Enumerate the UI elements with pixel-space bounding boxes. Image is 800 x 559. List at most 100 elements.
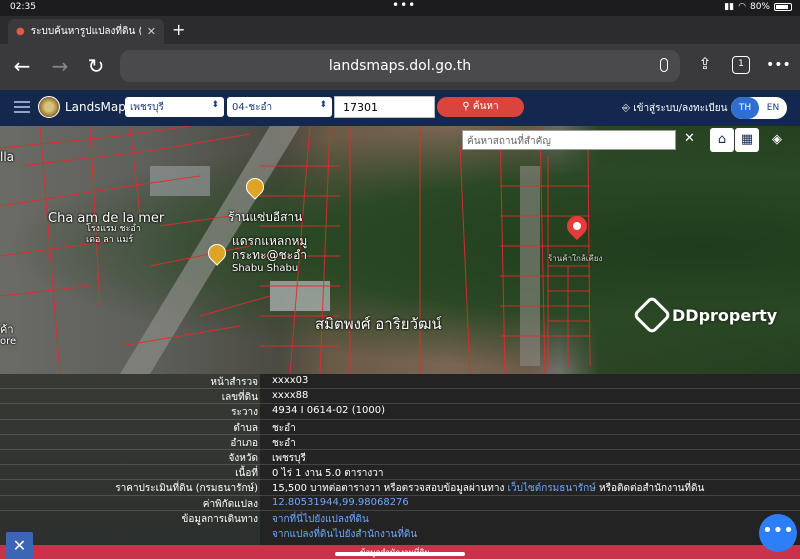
close-icon[interactable]: ✕ [684,131,695,146]
info-row: เลขที่ดิน xxxx88 [0,389,800,405]
info-row: เนื้อที่ 0 ไร่ 1 งาน 5.0 ตารางวา [0,465,800,481]
status-time: 02:35 [10,2,36,12]
battery-icon [774,3,792,11]
treasury-website-link[interactable]: เว็บไซต์กรมธนารักษ์ [508,483,596,494]
browser-tab[interactable]: ● ระบบค้นหารูปแปลงที่ดิน (La ✕ [8,19,164,44]
price-key: ราคาประเมินที่ดิน (กรมธนารักษ์) [115,483,258,495]
layers-icon[interactable]: ◈ [765,128,789,152]
language-toggle[interactable]: TH EN [731,97,787,119]
info-key: จังหวัด [228,453,258,464]
info-value: xxxx03 [272,375,309,386]
info-value: xxxx88 [272,390,309,402]
map-label-hotel: โรงแรม ชะอำ เดอ ลา แมร์ [86,224,141,245]
ddproperty-watermark: DDproperty [632,295,778,335]
microphone-icon[interactable] [660,58,668,72]
map-label-pin: ร้านค้าใกล้เคียง [548,254,603,263]
new-tab-icon[interactable]: + [172,20,185,39]
reload-icon[interactable]: ↻ [84,54,108,78]
url-field[interactable]: landsmaps.dol.go.th [120,50,680,82]
back-arrow-icon[interactable]: ← [10,54,34,78]
info-key: ระวาง [231,407,258,419]
info-key: หน้าสำรวจ [210,377,258,388]
map-label-shop: ร้านแซ่บอีสาน [228,210,303,224]
info-value: ชะอำ [272,422,296,434]
wifi-icon: ◠ [738,2,746,12]
forward-arrow-icon[interactable]: → [48,54,72,78]
map-label-temple: สมิตพงศ์ อาริยวัฒน์ [315,315,442,333]
home-indicator [335,552,465,556]
share-icon[interactable]: ⇪ [693,54,717,73]
watermark-text: DDproperty [672,305,778,325]
info-row: อำเภอ ชะอำ [0,435,800,450]
home-icon[interactable]: ⌂ [710,128,734,152]
tab-count-button[interactable]: 1 [732,56,750,74]
info-key: ตำบล [233,422,258,434]
status-right: ▮▮ ◠ 80% [724,2,792,12]
chevron-updown-icon: ⬍ [211,100,219,110]
close-tab-icon[interactable]: ✕ [147,25,156,38]
map-label-shabu-en: Shabu Shabu [232,263,299,274]
info-value: 0 ไร่ 1 งาน 5.0 ตารางวา [272,468,384,480]
landmark-search-input[interactable]: ค้นหาสถานที่สำคัญ [462,130,676,150]
login-label: เข้าสู่ระบบ/ลงทะเบียน [633,103,728,114]
directions-to-parcel-link[interactable]: จากที่นี่ไปยังแปลงที่ดิน [272,512,369,527]
coord-link[interactable]: 12.80531944,99.98068276 [272,497,409,508]
map-label-villa: lla [0,150,15,164]
search-button-label: ค้นหา [472,101,499,112]
price-value: 15,500 บาทต่อตารางวา หรือตรวจสอบข้อมูลผ่… [272,481,704,496]
map-label-shabu: แดรกแหลกหมู กระทะ@ชะอำ [232,234,308,262]
district-select[interactable]: 04-ชะอำ ⬍ [227,97,332,117]
location-pin-icon: ● [16,26,25,37]
info-key: เลขที่ดิน [221,392,258,404]
lang-th-button[interactable]: TH [731,97,759,119]
price-row: ราคาประเมินที่ดิน (กรมธนารักษ์) 15,500 บ… [0,480,800,496]
tab-title: ระบบค้นหารูปแปลงที่ดิน (La [30,26,141,37]
parcel-boundaries [0,126,591,374]
province-select-value: เพชรบุรี [130,102,164,113]
login-icon: ⎆ [622,103,630,114]
address-bar-row: ← → ↻ landsmaps.dol.go.th ⇪ 1 ••• [0,44,800,90]
info-value: เพชรบุรี [272,453,306,464]
multitask-dots-icon[interactable]: ••• [392,0,416,12]
chevron-updown-icon: ⬍ [319,100,327,110]
price-text: 15,500 บาทต่อตารางวา หรือตรวจสอบข้อมูลผ่… [272,483,505,495]
status-bar: 02:35 ••• ▮▮ ◠ 80% [0,0,800,16]
province-select[interactable]: เพชรบุรี ⬍ [125,97,224,117]
app-brand: LandsMaps [65,100,133,114]
info-row: ระวาง 4934 I 0614-02 (1000) [0,404,800,420]
info-row: จังหวัด เพชรบุรี [0,450,800,466]
coord-key: ค่าพิกัดแปลง [202,498,258,510]
travel-key: ข้อมูลการเดินทาง [181,513,258,525]
info-value: 4934 I 0614-02 (1000) [272,405,385,417]
search-button[interactable]: ⚲ ค้นหา [437,97,524,117]
battery-percent: 80% [749,2,770,12]
browser-tab-bar: ● ระบบค้นหารูปแปลงที่ดิน (La ✕ + [0,16,800,44]
coord-row: ค่าพิกัดแปลง 12.80531944,99.98068276 [0,496,800,511]
more-options-icon[interactable]: ••• [766,57,791,73]
info-row: หน้าสำรวจ xxxx03 [0,374,800,390]
parcel-number-input[interactable]: 17301 [334,96,435,118]
travel-row: ข้อมูลการเดินทาง จากที่นี่ไปยังแปลงที่ดิ… [0,511,800,543]
map-label-left-edge-2: ore [0,336,17,347]
more-menu-button[interactable]: ••• [759,514,797,552]
app-header: LandsMaps เพชรบุรี ⬍ 04-ชะอำ ⬍ 17301 ⚲ ค… [0,90,800,126]
hamburger-menu-icon[interactable] [14,101,30,113]
info-row: ตำบล ชะอำ [0,420,800,435]
info-key: อำเภอ [230,437,258,449]
lang-en-button[interactable]: EN [759,97,787,119]
tools-icon[interactable]: ✕ [6,532,33,559]
login-link[interactable]: ⎆ เข้าสู่ระบบ/ลงทะเบียน [622,101,727,116]
info-value: ชะอำ [272,437,296,449]
department-logo [38,96,60,118]
url-text: landsmaps.dol.go.th [328,58,472,74]
district-select-value: 04-ชะอำ [232,102,273,113]
info-key: เนื้อที่ [235,468,258,480]
map-view[interactable]: ค้นหาสถานที่สำคัญ ✕ ⌂ ▦ ◈ lla Cha am de … [0,126,800,374]
signal-icon: ▮▮ [724,2,735,12]
price-text-post: หรือติดต่อสำนักงานที่ดิน [599,483,705,495]
ddproperty-logo-icon [632,295,672,335]
grid-icon[interactable]: ▦ [735,128,759,152]
parcel-info-panel: หน้าสำรวจ xxxx03 เลขที่ดิน xxxx88 ระวาง … [0,374,800,545]
search-icon: ⚲ [462,101,470,112]
directions-to-office-link[interactable]: จากแปลงที่ดินไปยังสำนักงานที่ดิน [272,527,417,542]
